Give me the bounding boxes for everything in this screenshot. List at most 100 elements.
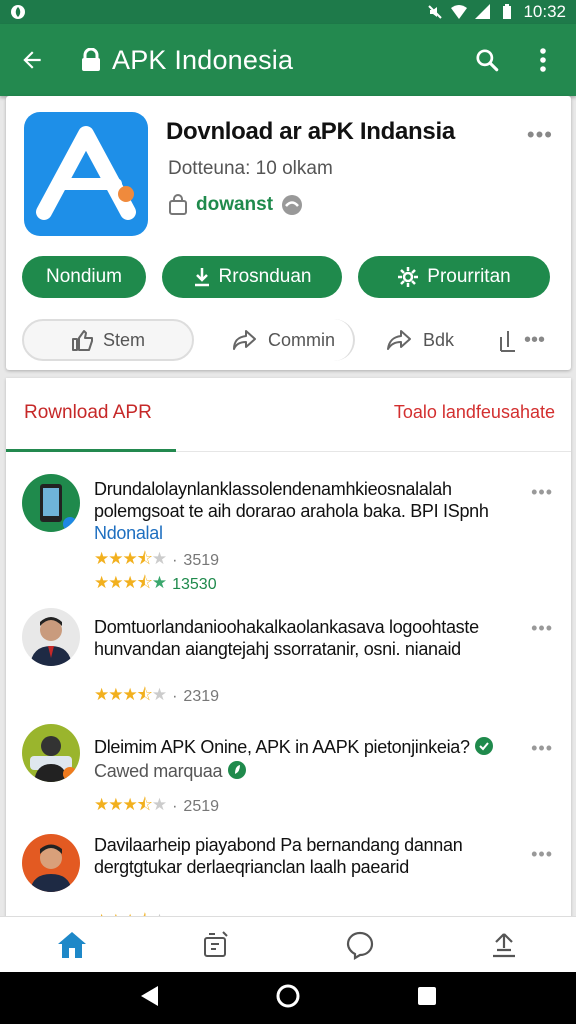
- app-detail-card: Dovnload ar aPK Indansia ••• Dotteuna: 1…: [6, 96, 571, 370]
- bag-icon: [169, 194, 187, 215]
- check-badge-icon: [475, 737, 494, 755]
- overflow-menu-button[interactable]: [526, 43, 560, 77]
- app-bar-title: APK Indonesia: [112, 44, 294, 75]
- item-more-button[interactable]: •••: [531, 738, 553, 759]
- list-item[interactable]: Drundalolaynlanklassolendenamhkieosnalal…: [6, 472, 571, 598]
- nav-share[interactable]: [484, 925, 524, 965]
- item-title-highlight: Ndonalal: [94, 523, 163, 543]
- download-count: 13530: [172, 575, 217, 593]
- nav-apps[interactable]: [196, 925, 236, 965]
- gear-icon: [398, 267, 419, 287]
- item-more-button[interactable]: •••: [531, 844, 553, 865]
- tab-other[interactable]: Toalo landfeusahate: [394, 402, 555, 423]
- card-more-button[interactable]: •••: [527, 122, 553, 148]
- status-bar: 10:32: [0, 0, 576, 24]
- item-subtitle: Cawed marquaa: [94, 760, 523, 782]
- item-title: Drundalolaynlanklassolendenamhkieosnalal…: [94, 478, 523, 544]
- action-more-button[interactable]: •••: [524, 329, 545, 352]
- rating-count: 2519: [183, 797, 220, 815]
- primary-button-3-label: Prourritan: [427, 266, 511, 287]
- item-title-text: Drundalolaynlanklassolendenamhkieosnalal…: [94, 479, 489, 521]
- download-icon: [194, 268, 209, 287]
- search-icon: [476, 49, 499, 72]
- rating-count: 2319: [183, 687, 220, 705]
- primary-button-row: Nondium Rrosnduan Prourritan: [22, 256, 552, 298]
- item-title: Dleimim APK Onine, APK in AAPK pietonjin…: [94, 736, 523, 758]
- avatar: [22, 608, 80, 666]
- verified-badge-icon: [282, 195, 303, 215]
- item-rating: ★★★⯪★ · 2319: [94, 682, 219, 711]
- app-subtitle: Dotteuna: 10 olkam: [168, 158, 333, 179]
- more-vertical-icon: [540, 48, 546, 72]
- tab-download[interactable]: Rownload APR: [24, 402, 152, 424]
- secondary-action-row: Stem Commin Bdk •••: [22, 318, 552, 362]
- share-button[interactable]: Bdk: [385, 328, 454, 352]
- primary-button-2-label: Rrosnduan: [218, 266, 312, 287]
- thumbs-up-icon: [71, 330, 93, 351]
- gamer-avatar-icon: [30, 736, 77, 782]
- app-bar: APK Indonesia: [0, 24, 576, 96]
- item-subtitle-text: Cawed marquaa: [94, 761, 223, 781]
- avatar: [22, 724, 80, 782]
- home-icon: [58, 931, 86, 958]
- phone-thumbnail-icon: [40, 484, 77, 531]
- battery-icon: [503, 4, 512, 19]
- active-tab-indicator: [6, 449, 176, 452]
- triangle-back-icon: [140, 985, 158, 1006]
- system-navigation: [0, 972, 576, 1024]
- item-title-text: Dleimim APK Onine, APK in AAPK pietonjin…: [94, 737, 470, 757]
- item-downloads: ★★★⯪★ 13530: [94, 570, 217, 599]
- apps-icon: [204, 930, 228, 957]
- search-button[interactable]: [470, 43, 504, 77]
- tab-bar: Rownload APR Toalo landfeusahate: [6, 378, 571, 452]
- bottom-navigation: [0, 916, 576, 972]
- primary-button-2[interactable]: Rrosnduan: [162, 256, 342, 298]
- circle-home-icon: [276, 984, 300, 1007]
- primary-button-1[interactable]: Nondium: [22, 256, 146, 298]
- reply-icon: [233, 330, 256, 350]
- item-more-button[interactable]: •••: [531, 618, 553, 639]
- system-recents-button[interactable]: [416, 985, 438, 1012]
- person-avatar-icon: [30, 617, 72, 666]
- item-title: Davilaarheip piayabond Pa bernandang dan…: [94, 835, 463, 877]
- developer-name: dowanst: [196, 194, 274, 215]
- primary-button-3[interactable]: Prourritan: [358, 256, 550, 298]
- rating-count: 3519: [183, 551, 220, 569]
- comment-button[interactable]: Commin: [232, 319, 356, 361]
- list-item[interactable]: Dleimim APK Onine, APK in AAPK pietonjin…: [6, 722, 571, 822]
- primary-button-1-label: Nondium: [45, 266, 123, 287]
- notification-icon: [11, 5, 25, 19]
- star-rating-icon: ★★★⯪★: [94, 795, 167, 814]
- nav-chat[interactable]: [340, 925, 380, 965]
- star-rating-icon: ★★★⯪★: [94, 685, 167, 704]
- bookmark-icon: [500, 331, 516, 352]
- signal-icon: [475, 4, 491, 19]
- system-home-button[interactable]: [275, 983, 301, 1014]
- download-list-card: Rownload APR Toalo landfeusahate Drundal…: [6, 378, 571, 924]
- square-recents-icon: [418, 986, 437, 1005]
- item-title: Domtuorlandanioohakalkaolankasava logooh…: [94, 617, 479, 659]
- star-rating-green-icon: ★★★⯪★: [94, 573, 167, 592]
- system-back-button[interactable]: [138, 984, 160, 1013]
- comment-button-label: Commin: [268, 329, 336, 350]
- leaf-badge-icon: [227, 761, 246, 779]
- person-avatar-icon: [30, 844, 72, 892]
- share-button-label: Bdk: [423, 329, 455, 350]
- like-button-label: Stem: [102, 329, 145, 350]
- save-button[interactable]: [498, 327, 518, 353]
- status-time: 10:32: [523, 2, 566, 21]
- nav-home[interactable]: [52, 925, 92, 965]
- arrow-left-icon: [23, 51, 41, 69]
- avatar: [22, 834, 80, 892]
- item-rating: ★★★⯪★ · 2519: [94, 792, 219, 821]
- lock-icon: [82, 48, 100, 71]
- back-button[interactable]: [16, 44, 48, 76]
- avatar: [22, 474, 80, 532]
- chat-bubble-icon: [346, 931, 374, 960]
- list-item[interactable]: Domtuorlandanioohakalkaolankasava logooh…: [6, 608, 571, 708]
- item-more-button[interactable]: •••: [531, 482, 553, 503]
- app-developer[interactable]: dowanst: [168, 194, 303, 216]
- app-icon[interactable]: [24, 112, 148, 236]
- list-item[interactable]: Davilaarheip piayabond Pa bernandang dan…: [6, 834, 571, 924]
- like-button[interactable]: Stem: [22, 319, 194, 361]
